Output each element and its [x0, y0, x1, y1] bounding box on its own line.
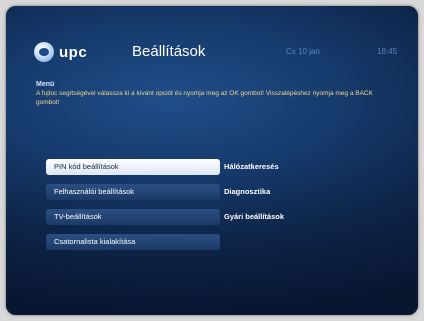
menu-item-pin-settings[interactable]: PIN kód beállítások — [46, 159, 220, 175]
time-display: 18:45 — [377, 47, 398, 56]
help-title: Menü — [36, 81, 55, 88]
menu-item-diagnostics[interactable]: Diagnosztika — [222, 184, 372, 200]
menu-item-tv-settings[interactable]: TV-beállítások — [46, 209, 220, 225]
menu-right-column: Hálózatkeresés Diagnosztika Gyári beállí… — [222, 159, 372, 234]
logo-text: upc — [59, 43, 88, 61]
upc-logo: upc — [34, 41, 87, 63]
menu-item-factory-reset[interactable]: Gyári beállítások — [222, 209, 372, 225]
page-title: Beállítások — [132, 43, 206, 60]
menu-left-column: PIN kód beállítások Felhasználói beállít… — [46, 159, 220, 259]
upc-logo-icon — [34, 42, 54, 62]
menu-item-channel-list[interactable]: Csatornalista kialakítása — [46, 234, 220, 250]
header: upc Beállítások Cs 10 jan 18:45 — [34, 39, 404, 69]
help-panel: Menü A fujtoc segítségével válassza ki a… — [36, 81, 376, 107]
menu-item-network-search[interactable]: Hálózatkeresés — [222, 159, 372, 175]
date-display: Cs 10 jan — [286, 47, 320, 56]
settings-screen: upc Beállítások Cs 10 jan 18:45 Menü A f… — [6, 6, 418, 315]
help-text: A fujtoc segítségével válassza ki a kívá… — [36, 90, 373, 106]
tv-frame: upc Beállítások Cs 10 jan 18:45 Menü A f… — [6, 6, 418, 315]
menu-item-user-settings[interactable]: Felhasználói beállítások — [46, 184, 220, 200]
